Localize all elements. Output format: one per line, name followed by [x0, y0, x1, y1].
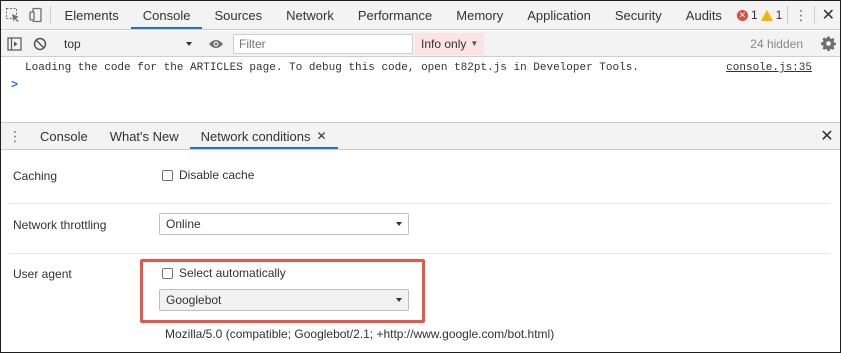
log-level-selector[interactable]: Info only ▼	[415, 32, 485, 55]
disable-cache-checkbox[interactable]	[162, 169, 173, 181]
chevron-down-icon	[396, 222, 402, 226]
drawer-menu-icon[interactable]: ⋮	[1, 123, 29, 149]
tab-application[interactable]: Application	[515, 1, 603, 29]
context-value: top	[64, 36, 81, 51]
toolbar-divider	[49, 6, 51, 24]
user-agent-string: Mozilla/5.0 (compatible; Googlebot/2.1; …	[165, 327, 555, 341]
network-throttling-label: Network throttling	[13, 218, 107, 232]
tab-sources[interactable]: Sources	[202, 1, 274, 29]
disable-cache-option[interactable]: Disable cache	[162, 168, 254, 182]
tab-elements[interactable]: Elements	[53, 1, 131, 29]
device-toolbar-icon[interactable]	[24, 1, 47, 29]
highlight-box	[140, 259, 425, 323]
chevron-down-icon: ▼	[470, 39, 479, 48]
sidebar-toggle-icon[interactable]	[1, 36, 27, 51]
drawer-tab-network-conditions[interactable]: Network conditions ✕	[189, 123, 338, 149]
tab-performance[interactable]: Performance	[346, 1, 444, 29]
filter-input[interactable]	[239, 36, 407, 51]
console-source-link[interactable]: console.js:35	[726, 62, 812, 74]
error-icon: ✕	[736, 9, 748, 21]
close-devtools-icon[interactable]: ✕	[817, 1, 840, 29]
filter-field[interactable]	[233, 33, 413, 54]
tab-console[interactable]: Console	[130, 1, 203, 29]
throttling-value: Online	[166, 217, 201, 231]
console-output: Loading the code for the ARTICLES page. …	[1, 58, 840, 122]
hidden-messages-count: 24 hidden	[750, 36, 803, 51]
tab-memory[interactable]: Memory	[444, 1, 515, 29]
close-drawer-icon[interactable]: ✕	[814, 123, 840, 149]
user-agent-label: User agent	[13, 267, 72, 281]
network-conditions-panel: Caching Disable cache Network throttling…	[1, 150, 840, 352]
inspect-element-icon[interactable]	[1, 1, 24, 29]
drawer-tab-whats-new[interactable]: What's New	[99, 123, 190, 149]
caching-label: Caching	[13, 169, 58, 183]
clear-console-icon[interactable]	[27, 37, 53, 51]
more-options-icon[interactable]: ⋮	[790, 1, 812, 29]
chevron-down-icon	[186, 41, 192, 46]
tab-security[interactable]: Security	[603, 1, 674, 29]
drawer-tab-console[interactable]: Console	[29, 123, 99, 149]
tab-network[interactable]: Network	[274, 1, 346, 29]
network-throttling-select[interactable]: Online	[159, 213, 409, 235]
tab-audits[interactable]: Audits	[674, 1, 734, 29]
drawer-tab-label: Network conditions	[200, 128, 311, 144]
warning-icon	[760, 9, 773, 21]
error-count: 1	[750, 8, 758, 22]
eye-icon[interactable]	[203, 38, 229, 50]
divider	[9, 203, 830, 204]
warning-count: 1	[775, 8, 783, 22]
context-selector[interactable]: top	[58, 33, 198, 55]
toolbar-divider	[787, 6, 789, 24]
console-prompt[interactable]: >	[11, 77, 18, 91]
console-toolbar: top Info only ▼ 24 hidden	[1, 31, 840, 57]
console-message: Loading the code for the ARTICLES page. …	[25, 62, 639, 74]
log-level-value: Info only	[421, 36, 467, 51]
disable-cache-label: Disable cache	[179, 168, 255, 182]
main-tab-bar: Elements Console Sources Network Perform…	[1, 1, 840, 30]
divider	[9, 253, 830, 254]
issues-counter[interactable]: ✕ 1 1	[734, 1, 785, 29]
toolbar-divider	[813, 6, 815, 24]
drawer-tab-bar: ⋮ Console What's New Network conditions …	[1, 122, 840, 150]
gear-icon[interactable]	[816, 36, 840, 51]
close-tab-icon[interactable]: ✕	[316, 129, 326, 143]
